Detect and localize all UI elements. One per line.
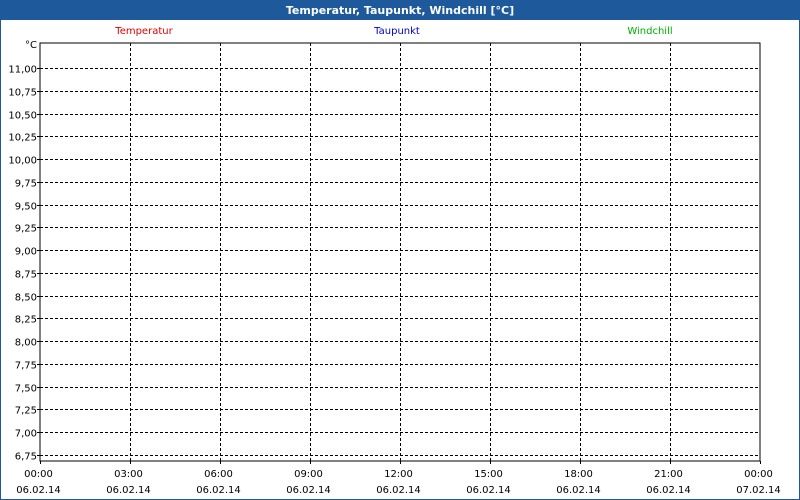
y-tick-label: 7,75: [15, 361, 37, 372]
chart-canvas: 11,00 10,75 10,50 10,25 10,00 9,75 9,50 9,25 9,0…: [8, 26, 781, 496]
x-tick-time: 09:00: [294, 469, 323, 480]
y-tick-label: 10,50: [8, 111, 37, 122]
x-tick-date: 06.02.14: [556, 485, 601, 496]
x-tick-time: 00:00: [24, 469, 53, 480]
y-tick-label: 10,75: [8, 88, 37, 99]
x-tick-time: 03:00: [114, 469, 143, 480]
y-tick-label: 8,50: [15, 293, 37, 304]
legend-taupunkt: Taupunkt: [373, 26, 420, 37]
x-tick-time: 06:00: [204, 469, 233, 480]
x-tick-date: 06.02.14: [286, 485, 331, 496]
x-tick-time: 15:00: [474, 469, 503, 480]
x-tick-date: 06.02.14: [196, 485, 241, 496]
y-tick-label: 7,00: [15, 429, 37, 440]
legend-windchill: Windchill: [627, 26, 672, 37]
y-tick-label: 9,50: [15, 202, 37, 213]
legend-temperatur: Temperatur: [114, 26, 173, 37]
y-tick-label: 7,25: [15, 406, 37, 417]
y-tick-label: 11,00: [8, 65, 37, 76]
x-tick-time: 18:00: [564, 469, 593, 480]
y-tick-label: 9,25: [15, 224, 37, 235]
x-tick-date: 06.02.14: [466, 485, 511, 496]
y-tick-label: 8,25: [15, 315, 37, 326]
y-axis-unit: °C: [25, 40, 37, 51]
y-tick-label: 9,00: [15, 247, 37, 258]
x-tick-date: 07.02.14: [736, 485, 781, 496]
x-tick-time: 00:00: [744, 469, 773, 480]
y-tick-label: 7,50: [15, 384, 37, 395]
y-tick-label: 9,75: [15, 179, 37, 190]
x-tick-time: 12:00: [384, 469, 413, 480]
y-tick-label: 10,25: [8, 133, 37, 144]
x-tick-date: 06.02.14: [646, 485, 691, 496]
x-tick-date: 06.02.14: [376, 485, 421, 496]
y-tick-label: 6,75: [15, 452, 37, 463]
x-tick-date: 06.02.14: [106, 485, 151, 496]
y-tick-label: 8,00: [15, 338, 37, 349]
y-tick-label: 8,75: [15, 270, 37, 281]
y-tick-label: 10,00: [8, 156, 37, 167]
x-tick-date: 06.02.14: [16, 485, 61, 496]
x-tick-time: 21:00: [654, 469, 683, 480]
